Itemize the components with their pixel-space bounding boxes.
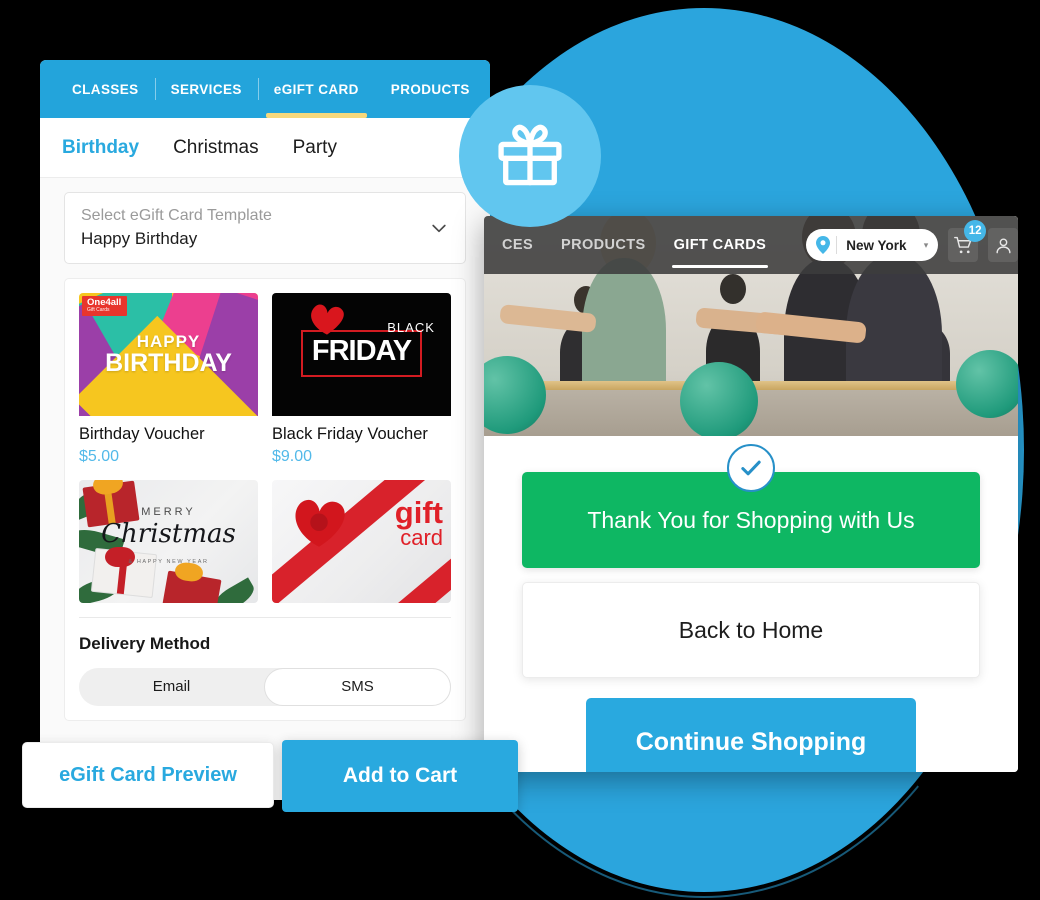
template-select-value: Happy Birthday	[81, 229, 198, 249]
add-to-cart-button-label: Add to Cart	[342, 764, 458, 787]
cart-button[interactable]: 12	[948, 220, 987, 262]
black-friday-art-line2: FRIDAY	[311, 334, 412, 367]
nav-tab-products[interactable]: PRODUCTS	[375, 60, 486, 118]
nav-tab-services[interactable]: SERVICES	[154, 60, 258, 118]
category-tab-birthday[interactable]: Birthday	[62, 137, 139, 159]
template-card-black-friday-voucher[interactable]: BLACK FRIDAY Black Friday Voucher $9.00	[272, 293, 451, 466]
back-to-home-button-label: Back to Home	[678, 616, 824, 643]
thank-you-banner: Thank You for Shopping with Us	[522, 444, 980, 568]
location-selector[interactable]: New York ▾	[806, 229, 939, 261]
one4all-logo: One4all Gift Cards	[82, 296, 128, 317]
egift-card-body: Select eGift Card Template Happy Birthda…	[40, 178, 490, 800]
nav-tab-classes[interactable]: CLASSES	[56, 60, 155, 118]
egift-card-preview-button-label: eGift Card Preview	[59, 763, 237, 786]
christmas-art: MERRY Christmas & HAPPY NEW YEAR	[79, 480, 258, 603]
gift-icon	[498, 124, 562, 186]
user-icon	[996, 237, 1011, 253]
birthday-art-line2: BIRTHDAY	[105, 349, 232, 378]
birthday-voucher-title: Birthday Voucher	[79, 425, 205, 443]
template-card-birthday-voucher[interactable]: One4all Gift Cards HAPPY BIRTHDAY Birthd…	[79, 293, 258, 466]
cart-badge: 12	[964, 220, 987, 242]
storefront-nav-gift-cards[interactable]: GIFT CARDS	[660, 216, 781, 274]
map-pin-icon	[816, 236, 831, 254]
nav-tab-products-label: PRODUCTS	[390, 81, 470, 97]
black-friday-voucher-art: BLACK FRIDAY	[272, 293, 451, 416]
storefront-top-nav: CES PRODUCTS GIFT CARDS New York ▾ 12	[484, 216, 1018, 274]
category-tab-christmas[interactable]: Christmas	[173, 137, 259, 159]
gift-badge	[459, 85, 601, 227]
black-friday-voucher-price: $9.00	[272, 448, 313, 465]
egift-card-preview-button[interactable]: eGift Card Preview	[22, 742, 274, 808]
delivery-method-segmented-control: Email SMS	[79, 668, 451, 706]
template-card-christmas[interactable]: MERRY Christmas & HAPPY NEW YEAR	[79, 480, 258, 603]
storefront-panel: CES PRODUCTS GIFT CARDS New York ▾ 12 Th…	[484, 216, 1018, 772]
order-confirmation-content: Thank You for Shopping with Us Back to H…	[484, 436, 1018, 772]
section-divider	[79, 617, 451, 618]
delivery-option-sms[interactable]: SMS	[264, 668, 451, 706]
egift-card-panel: CLASSES SERVICES eGIFT CARD PRODUCTS Bir…	[40, 60, 490, 800]
christmas-art-line2: Christmas	[101, 519, 236, 550]
screenshot-stage: CLASSES SERVICES eGIFT CARD PRODUCTS Bir…	[0, 0, 1040, 900]
storefront-nav-products[interactable]: PRODUCTS	[547, 216, 660, 274]
red-bow-icon	[311, 304, 345, 335]
nav-tab-egift-card[interactable]: eGIFT CARD	[257, 60, 375, 118]
gift-card-art-line1: gift	[394, 494, 443, 530]
continue-shopping-button-label: Continue Shopping	[635, 727, 867, 756]
caret-down-icon: ▾	[923, 239, 929, 250]
success-check-badge	[727, 444, 775, 492]
christmas-art-line1: MERRY	[141, 505, 196, 518]
add-to-cart-button[interactable]: Add to Cart	[282, 740, 518, 812]
account-button[interactable]	[988, 228, 1018, 262]
chevron-down-icon	[432, 224, 446, 233]
gift-card-art-line2: card	[400, 525, 443, 551]
category-tab-party[interactable]: Party	[293, 137, 337, 159]
black-friday-art-line1: BLACK	[387, 320, 435, 336]
black-friday-voucher-title: Black Friday Voucher	[272, 425, 428, 443]
template-card-panel: One4all Gift Cards HAPPY BIRTHDAY Birthd…	[64, 278, 466, 721]
template-select[interactable]: Select eGift Card Template Happy Birthda…	[64, 192, 466, 264]
christmas-art-line3: & HAPPY NEW YEAR	[128, 558, 209, 565]
gift-card-art-text: gift card	[394, 494, 443, 551]
template-select-label: Select eGift Card Template	[81, 207, 272, 225]
one4all-logo-sub: Gift Cards	[87, 306, 110, 313]
thank-you-text: Thank You for Shopping with Us	[587, 506, 915, 533]
delivery-method-title: Delivery Method	[79, 634, 211, 653]
birthday-voucher-art: One4all Gift Cards HAPPY BIRTHDAY	[79, 293, 258, 416]
template-card-gift-card[interactable]: gift card	[272, 480, 451, 603]
nav-tab-services-label: SERVICES	[170, 81, 242, 97]
nav-tab-classes-label: CLASSES	[72, 81, 139, 97]
birthday-voucher-price: $5.00	[79, 448, 120, 465]
left-panel-top-nav: CLASSES SERVICES eGIFT CARD PRODUCTS	[40, 60, 490, 118]
delivery-option-email[interactable]: Email	[79, 668, 264, 706]
category-tabs: Birthday Christmas Party	[40, 118, 490, 178]
location-value: New York	[846, 237, 907, 253]
birthday-art-text: HAPPY BIRTHDAY	[79, 332, 258, 378]
back-to-home-button[interactable]: Back to Home	[522, 582, 980, 678]
template-card-grid: One4all Gift Cards HAPPY BIRTHDAY Birthd…	[79, 293, 451, 603]
nav-tab-egift-card-label: eGIFT CARD	[273, 81, 359, 97]
red-ribbon-bow-icon	[295, 499, 345, 547]
check-icon	[741, 460, 761, 476]
gift-card-art: gift card	[272, 480, 451, 603]
continue-shopping-button[interactable]: Continue Shopping	[586, 698, 916, 772]
